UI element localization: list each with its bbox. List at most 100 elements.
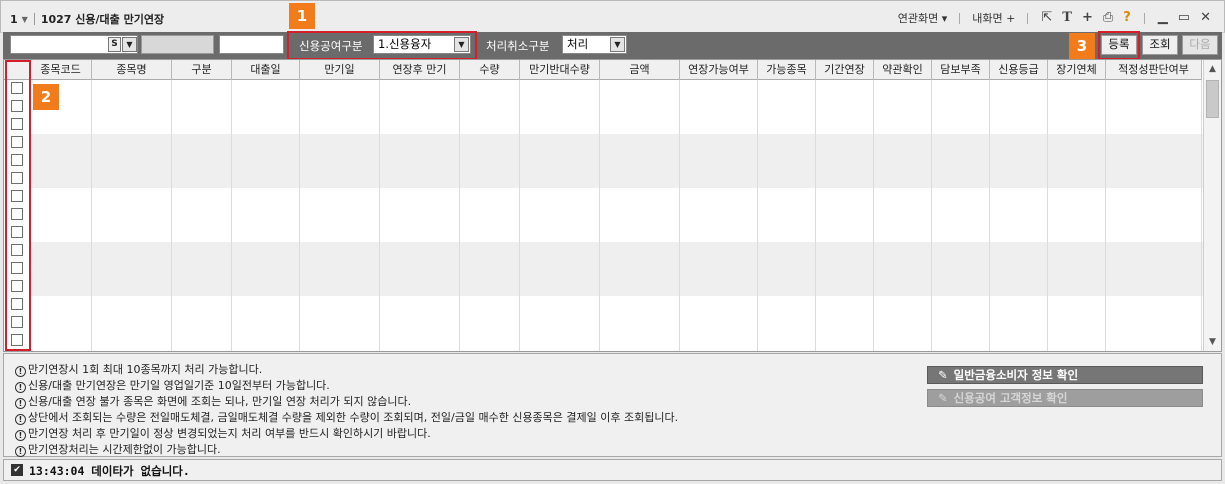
column-line (931, 80, 932, 351)
register-button[interactable]: 등록 (1101, 35, 1137, 55)
row-checkbox[interactable] (11, 118, 23, 130)
chevron-down-icon[interactable]: ▼ (610, 37, 625, 52)
exclamation-icon: ! (15, 398, 26, 409)
inquiry-button[interactable]: 조회 (1142, 35, 1178, 55)
stock-grid: 종목코드 종목명 구분 대출일 만기일 연장후 만기 수량 만기반대수량 금액 … (3, 59, 1222, 352)
text-size-icon[interactable]: T (1062, 11, 1072, 25)
row-checkbox[interactable] (11, 334, 23, 346)
column-line (1105, 80, 1106, 351)
col-header[interactable]: 금액 (600, 60, 680, 80)
column-line (757, 80, 758, 351)
vertical-scrollbar[interactable]: ▲ ▼ (1203, 60, 1221, 351)
exclamation-icon: ! (15, 414, 26, 425)
col-header[interactable]: 만기반대수량 (520, 60, 600, 80)
row-checkbox[interactable] (11, 226, 23, 238)
row-checkbox[interactable] (11, 82, 23, 94)
next-button[interactable]: 다음 (1182, 35, 1218, 55)
chevron-down-icon[interactable]: ▼ (122, 37, 137, 52)
badge-1: 1 (289, 3, 315, 29)
column-line (459, 80, 460, 351)
column-line (29, 80, 30, 351)
column-line (815, 80, 816, 351)
row-checkbox[interactable] (11, 136, 23, 148)
column-line (873, 80, 874, 351)
row-checkbox[interactable] (11, 100, 23, 112)
row-checkbox[interactable] (11, 280, 23, 292)
stock-code-input[interactable]: S ▼ (10, 35, 138, 54)
grid-header: 종목코드 종목명 구분 대출일 만기일 연장후 만기 수량 만기반대수량 금액 … (4, 60, 1202, 80)
col-header[interactable]: 담보부족 (932, 60, 990, 80)
col-header[interactable]: 대출일 (232, 60, 300, 80)
help-icon[interactable]: ? (1123, 11, 1131, 25)
add-icon[interactable]: + (1082, 11, 1093, 25)
title-left: 1 ▼ 1027 신용/대출 만기연장 (10, 11, 164, 27)
title-bar: 1 ▼ 1027 신용/대출 만기연장 연관화면 ▾ 내화면 + ⇱ T + ⎙… (0, 0, 1225, 33)
notice-line: ! 상단에서 조회되는 수량은 전일매도체결, 금일매도체결 수량을 제외한 수량… (15, 409, 678, 425)
col-header[interactable]: 가능종목 (758, 60, 816, 80)
status-message: 13:43:04 데이타가 없습니다. (29, 464, 190, 478)
col-header[interactable]: 종목명 (92, 60, 172, 80)
row-checkbox[interactable] (11, 298, 23, 310)
row-checkbox[interactable] (11, 316, 23, 328)
print-icon[interactable]: ⎙ (1103, 11, 1113, 25)
row-checkbox[interactable] (11, 154, 23, 166)
window-link-icon[interactable]: ⇱ (1041, 11, 1052, 25)
pencil-icon: ✎ (938, 368, 948, 382)
row-band (30, 134, 1203, 188)
chevron-down-icon[interactable]: ▼ (22, 15, 28, 24)
maximize-icon[interactable]: ▭ (1178, 11, 1190, 25)
chevron-down-icon[interactable]: ▼ (1204, 333, 1221, 351)
col-header[interactable]: 구분 (172, 60, 232, 80)
check-icon[interactable]: ✔ (11, 464, 23, 476)
related-screens-link[interactable]: 연관화면 ▾ (898, 10, 948, 26)
exclamation-icon: ! (15, 366, 26, 377)
minimize-icon[interactable]: ▁ (1158, 11, 1168, 25)
notice-line: ! 만기연장 처리 후 만기일이 정상 변경되었는지 처리 여부를 반드시 확인하… (15, 425, 431, 441)
cancel-type-label: 처리취소구분 (486, 39, 550, 53)
column-line (1201, 80, 1202, 351)
column-line (519, 80, 520, 351)
customer-info-button[interactable]: ✎ 신용공여 고객정보 확인 (927, 389, 1203, 407)
col-header[interactable]: 신용등급 (990, 60, 1048, 80)
consumer-info-button[interactable]: ✎ 일반금융소비자 정보 확인 (927, 366, 1203, 384)
credit-type-select[interactable]: 1.신용융자 ▼ (373, 35, 471, 54)
row-checkbox[interactable] (11, 244, 23, 256)
column-line (171, 80, 172, 351)
row-checkbox[interactable] (11, 262, 23, 274)
exclamation-icon: ! (15, 446, 26, 457)
chevron-down-icon[interactable]: ▼ (454, 37, 469, 52)
col-header[interactable]: 적정성판단여부 (1106, 60, 1202, 80)
row-checkbox[interactable] (11, 208, 23, 220)
my-screen-link[interactable]: 내화면 + (972, 10, 1015, 26)
column-line (1047, 80, 1048, 351)
column-line (231, 80, 232, 351)
column-line (599, 80, 600, 351)
screen-number[interactable]: 1 (10, 13, 18, 26)
notice-panel: ! 만기연장시 1회 최대 10종목까지 처리 가능합니다. ! 신용/대출 만기연… (3, 353, 1222, 457)
notice-line: ! 신용/대출 연장 불가 종목은 화면에 조회는 되나, 만기일 연장 처리가 … (15, 393, 411, 409)
col-header[interactable]: 연장가능여부 (680, 60, 758, 80)
cancel-type-select[interactable]: 처리 ▼ (562, 35, 627, 54)
exclamation-icon: ! (15, 430, 26, 441)
col-header[interactable]: 연장후 만기 (380, 60, 460, 80)
chevron-up-icon[interactable]: ▲ (1204, 60, 1221, 78)
col-header[interactable]: 만기일 (300, 60, 380, 80)
col-header[interactable]: 약관확인 (874, 60, 932, 80)
row-checkbox[interactable] (11, 190, 23, 202)
credit-type-label: 신용공여구분 (299, 39, 363, 53)
extra-input[interactable] (219, 35, 284, 54)
scroll-thumb[interactable] (1206, 80, 1219, 118)
exclamation-icon: ! (15, 382, 26, 393)
title-right-tools: 연관화면 ▾ 내화면 + ⇱ T + ⎙ ? ▁ ▭ ✕ (894, 10, 1216, 26)
col-header[interactable]: 장기연체 (1048, 60, 1106, 80)
col-header[interactable]: 수량 (460, 60, 520, 80)
close-icon[interactable]: ✕ (1200, 11, 1211, 25)
select-all-header[interactable] (4, 60, 30, 80)
badge-2: 2 (33, 84, 59, 110)
window-title: 1027 신용/대출 만기연장 (40, 13, 165, 26)
query-toolbar: S ▼ 신용공여구분 1.신용융자 ▼ 처리취소구분 처리 ▼ 등록 조회 다음 (3, 32, 1222, 59)
row-checkbox[interactable] (11, 172, 23, 184)
col-header[interactable]: 기간연장 (816, 60, 874, 80)
col-header[interactable]: 종목코드 (30, 60, 92, 80)
code-type-button[interactable]: S (108, 37, 121, 52)
